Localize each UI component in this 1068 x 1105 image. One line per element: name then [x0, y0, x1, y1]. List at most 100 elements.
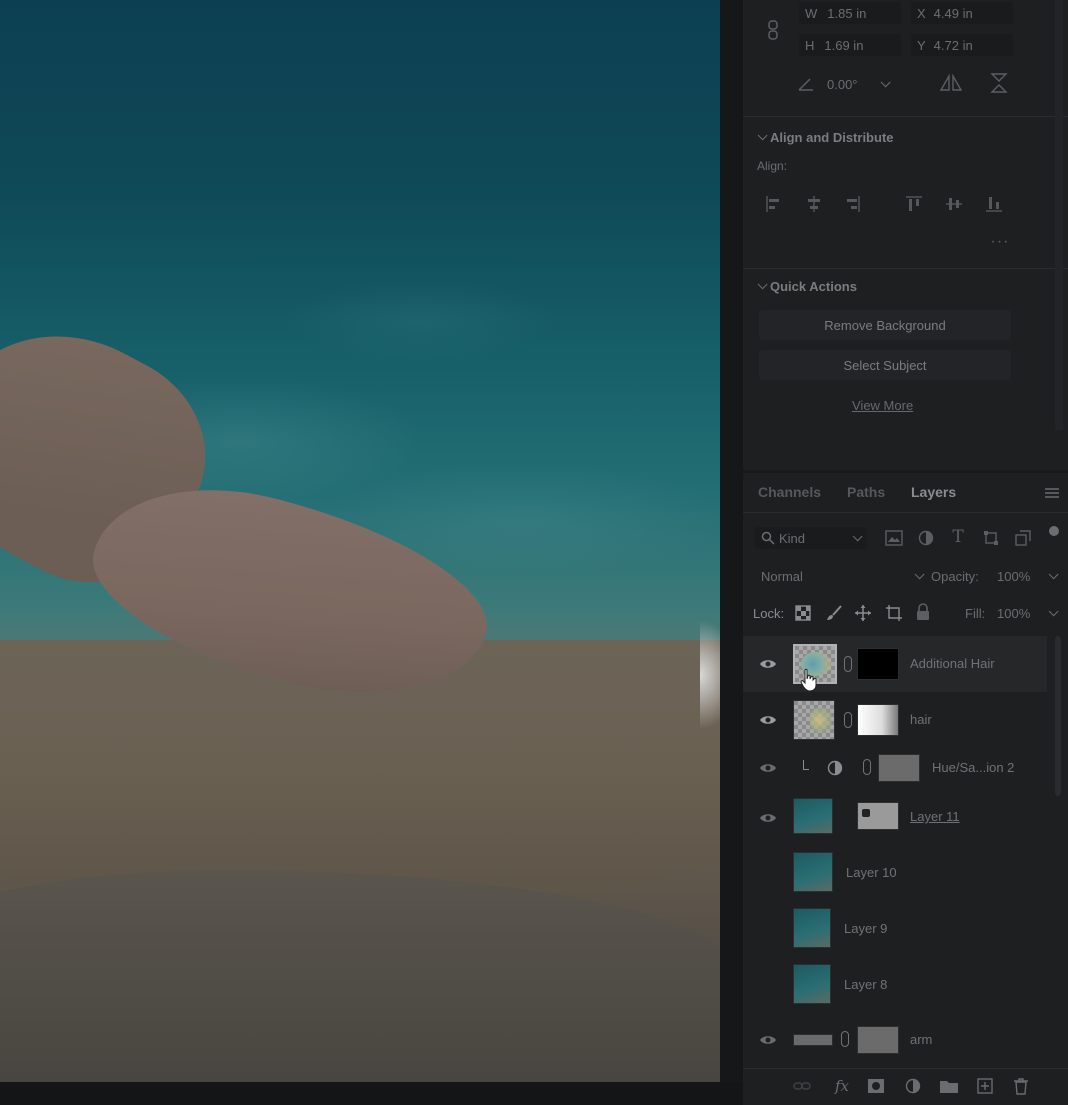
lock-brush-icon[interactable] — [825, 604, 843, 622]
link-proportions-icon[interactable] — [767, 20, 779, 40]
add-mask-icon[interactable] — [867, 1078, 885, 1094]
layer-thumbnail[interactable] — [793, 908, 831, 948]
tab-paths[interactable]: Paths — [847, 484, 885, 500]
layer-mask-thumbnail[interactable] — [857, 802, 899, 830]
divider — [743, 512, 1068, 513]
layer-name[interactable]: Layer 9 — [844, 921, 887, 936]
view-more-link[interactable]: View More — [852, 398, 913, 413]
visibility-eye-icon[interactable] — [759, 812, 777, 824]
layer-thumbnail[interactable] — [793, 852, 833, 892]
new-adjustment-icon[interactable] — [905, 1078, 921, 1094]
fill-label: Fill: — [965, 606, 986, 621]
filter-shape-icon[interactable] — [983, 530, 999, 546]
flip-vertical-icon[interactable] — [989, 72, 1009, 94]
align-bottom-icon[interactable] — [985, 195, 1003, 213]
lock-artboard-icon[interactable] — [885, 604, 903, 622]
layer-name[interactable]: Additional Hair — [910, 656, 995, 671]
layer-thumbnail[interactable] — [793, 798, 833, 834]
height-value: 1.69 in — [824, 37, 864, 53]
layer-thumbnail[interactable] — [793, 700, 835, 740]
width-field[interactable]: W 1.85 in — [799, 2, 901, 24]
layer-row[interactable]: hair — [743, 692, 1047, 748]
lock-label: Lock: — [753, 606, 785, 621]
visibility-eye-icon[interactable] — [759, 714, 777, 726]
layer-thumbnail[interactable] — [793, 964, 831, 1004]
layer-name[interactable]: Layer 10 — [846, 865, 897, 880]
align-right-icon[interactable] — [843, 195, 861, 213]
mask-link-icon[interactable] — [844, 712, 852, 728]
layer-name[interactable]: hair — [910, 712, 932, 727]
chevron-down-icon — [757, 130, 768, 141]
filter-pixel-icon[interactable] — [885, 530, 903, 546]
filter-toggle-icon[interactable] — [1049, 526, 1059, 536]
mask-link-icon[interactable] — [863, 759, 871, 775]
delete-layer-icon[interactable] — [1013, 1077, 1029, 1095]
layer-row[interactable]: Additional Hair — [743, 636, 1047, 692]
layer-name[interactable]: arm — [910, 1032, 932, 1047]
mask-link-icon[interactable] — [841, 1031, 849, 1047]
fill-field[interactable]: 100% — [991, 602, 1059, 624]
more-options-icon[interactable]: ··· — [989, 233, 1011, 250]
adjustment-layer-icon — [827, 760, 843, 776]
height-field[interactable]: H 1.69 in — [799, 34, 901, 56]
opacity-field[interactable]: 100% — [991, 565, 1059, 587]
layer-row[interactable]: Layer 10 — [743, 848, 1047, 900]
filter-kind-select[interactable]: Kind — [755, 527, 867, 549]
divider — [743, 1068, 1068, 1069]
new-layer-icon[interactable] — [977, 1078, 993, 1094]
tab-layers[interactable]: Layers — [911, 484, 956, 500]
lock-position-icon[interactable] — [854, 604, 872, 622]
remove-background-button[interactable]: Remove Background — [759, 310, 1011, 340]
visibility-eye-icon[interactable] — [759, 1034, 777, 1046]
layer-mask-thumbnail[interactable] — [857, 704, 899, 736]
layer-name[interactable]: Layer 8 — [844, 977, 887, 992]
layer-name[interactable]: Hue/Sa...ion 2 — [932, 760, 1014, 775]
blend-mode-select[interactable]: Normal — [755, 565, 925, 587]
hand-cursor-icon — [800, 668, 817, 692]
link-layers-icon[interactable] — [793, 1078, 811, 1094]
blend-mode-value: Normal — [761, 568, 803, 584]
align-top-icon[interactable] — [905, 195, 923, 213]
x-field[interactable]: X 4.49 in — [911, 2, 1013, 24]
align-center-horizontal-icon[interactable] — [805, 195, 823, 213]
layer-row[interactable]: arm — [743, 1016, 1047, 1064]
y-field[interactable]: Y 4.72 in — [911, 34, 1013, 56]
canvas-scrollbar[interactable] — [720, 0, 742, 1082]
lock-all-icon[interactable] — [915, 603, 931, 621]
filter-type-icon[interactable]: T — [949, 527, 967, 547]
align-section-header[interactable]: Align and Distribute — [757, 130, 894, 145]
layer-row[interactable]: Layer 8 — [743, 960, 1047, 1012]
align-label: Align: — [757, 159, 788, 173]
panel-menu-icon[interactable] — [1045, 488, 1059, 498]
visibility-eye-icon[interactable] — [759, 762, 777, 774]
lock-transparent-icon[interactable] — [795, 605, 811, 621]
clipping-arrow-icon — [803, 760, 809, 770]
y-label: Y — [917, 37, 926, 53]
properties-scrollbar[interactable] — [1055, 0, 1063, 430]
layer-mask-thumbnail[interactable] — [857, 648, 899, 680]
filter-kind-value: Kind — [779, 530, 806, 546]
select-subject-button[interactable]: Select Subject — [759, 350, 1011, 380]
document-canvas[interactable] — [0, 0, 720, 1082]
angle-field[interactable]: 0.00° — [821, 73, 903, 95]
quick-actions-header[interactable]: Quick Actions — [757, 279, 857, 294]
filter-adjustment-icon[interactable] — [918, 530, 934, 546]
layer-row[interactable]: Hue/Sa...ion 2 — [743, 742, 1047, 792]
new-group-icon[interactable] — [939, 1078, 959, 1094]
layer-row[interactable]: Layer 11 — [743, 792, 1047, 844]
align-left-icon[interactable] — [765, 195, 783, 213]
filter-smart-object-icon[interactable] — [1015, 530, 1031, 546]
visibility-eye-icon[interactable] — [759, 658, 777, 670]
layer-name[interactable]: Layer 11 — [910, 809, 960, 824]
flip-horizontal-icon[interactable] — [939, 74, 963, 92]
layer-thumbnail[interactable] — [793, 1034, 833, 1046]
layer-row[interactable]: Layer 9 — [743, 904, 1047, 956]
mask-link-icon[interactable] — [844, 656, 852, 672]
fx-icon[interactable]: fx — [831, 1076, 853, 1096]
height-label: H — [805, 37, 815, 53]
layer-mask-thumbnail[interactable] — [878, 754, 920, 782]
align-middle-vertical-icon[interactable] — [945, 195, 963, 213]
layer-mask-thumbnail[interactable] — [857, 1026, 899, 1054]
layers-scrollbar[interactable] — [1055, 636, 1061, 796]
tab-channels[interactable]: Channels — [758, 484, 821, 500]
